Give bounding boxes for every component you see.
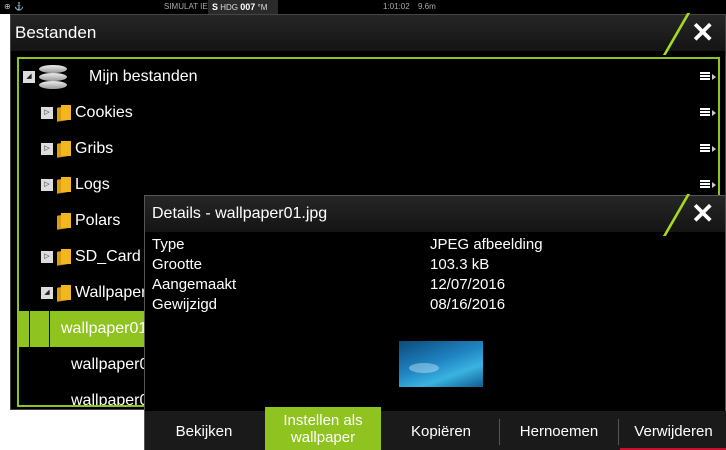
tree-item-label: Cookies <box>75 104 133 121</box>
tree-item-label: Wallpaper <box>75 284 147 301</box>
button-divider <box>618 419 619 445</box>
collapse-icon[interactable]: ◢ <box>23 71 35 83</box>
prop-value: 103.3 kB <box>430 256 490 273</box>
dialog-close-button[interactable]: ✕ <box>662 194 725 236</box>
prop-value: 08/16/2016 <box>430 296 506 313</box>
expand-icon[interactable]: ▷ <box>41 251 53 263</box>
collapse-icon[interactable]: ◢ <box>41 287 53 299</box>
set-wallpaper-button[interactable]: Instellen als wallpaper <box>265 407 381 450</box>
tree-item-label: Logs <box>75 176 110 193</box>
tree-item-label: Polars <box>75 212 121 229</box>
hdg-unit: °M <box>257 3 268 12</box>
title-accent-stripe <box>662 13 691 55</box>
action-bar: Bekijken Instellen als wallpaper Kopiëre… <box>145 407 726 450</box>
context-menu-icon[interactable] <box>700 180 716 190</box>
tree-item-label: SD_Card <box>75 248 141 265</box>
hdg-prefix: S <box>212 2 219 12</box>
title-accent-stripe <box>662 194 691 236</box>
context-menu-icon[interactable] <box>700 108 716 118</box>
heading-readout: S HDG 007 °M <box>208 0 278 14</box>
status-time: 1:01:02 <box>383 2 410 11</box>
prop-label: Gewijzigd <box>152 296 218 313</box>
database-icon <box>39 65 67 89</box>
hdg-value: 007 <box>240 2 256 12</box>
image-thumbnail <box>399 341 483 387</box>
folder-icon <box>57 105 71 121</box>
prop-label: Type <box>152 236 185 253</box>
close-icon: ✕ <box>691 198 715 229</box>
folder-icon <box>57 141 71 157</box>
rename-button[interactable]: Hernoemen <box>501 411 617 450</box>
prop-value: 12/07/2016 <box>430 276 506 293</box>
folder-icon <box>57 249 71 265</box>
hdg-label: HDG <box>220 3 239 12</box>
tree-item-cookies[interactable]: ▷ Cookies <box>19 95 718 131</box>
status-source: SIMULAT IE... <box>164 2 215 11</box>
button-divider <box>499 419 500 445</box>
status-distance: 9.6m <box>418 2 436 11</box>
dialog-title: Details - wallpaper01.jpg <box>145 196 725 232</box>
context-menu-icon[interactable] <box>700 72 716 82</box>
close-icon: ✕ <box>691 17 715 48</box>
folder-icon <box>57 177 71 193</box>
window-title: Bestanden <box>11 15 725 51</box>
expand-icon[interactable]: ▷ <box>41 143 53 155</box>
copy-button[interactable]: Kopiëren <box>383 411 499 450</box>
globe-icon: ⊕ <box>4 2 11 11</box>
status-bar: ⊕ ⚓ SIMULAT IE... S HDG 007 °M 1:01:02 9… <box>0 0 726 14</box>
delete-button[interactable]: Verwijderen <box>620 411 726 450</box>
expand-icon[interactable]: ▷ <box>41 107 53 119</box>
prop-label: Aangemaakt <box>152 276 237 293</box>
folder-icon <box>57 213 71 229</box>
prop-value: JPEG afbeelding <box>430 236 543 253</box>
anchor-icon: ⚓ <box>14 2 24 11</box>
prop-label: Grootte <box>152 256 203 273</box>
folder-icon <box>57 285 71 301</box>
window-close-button[interactable]: ✕ <box>662 13 725 55</box>
expand-icon[interactable]: ▷ <box>41 179 53 191</box>
tree-root[interactable]: ◢ Mijn bestanden <box>19 59 718 95</box>
tree-item-gribs[interactable]: ▷ Gribs <box>19 131 718 167</box>
details-dialog: Details - wallpaper01.jpg ✕ Type JPEG af… <box>144 194 726 450</box>
view-button[interactable]: Bekijken <box>145 411 263 450</box>
tree-root-label: Mijn bestanden <box>89 68 198 85</box>
tree-item-label: Gribs <box>75 140 114 157</box>
context-menu-icon[interactable] <box>700 144 716 154</box>
